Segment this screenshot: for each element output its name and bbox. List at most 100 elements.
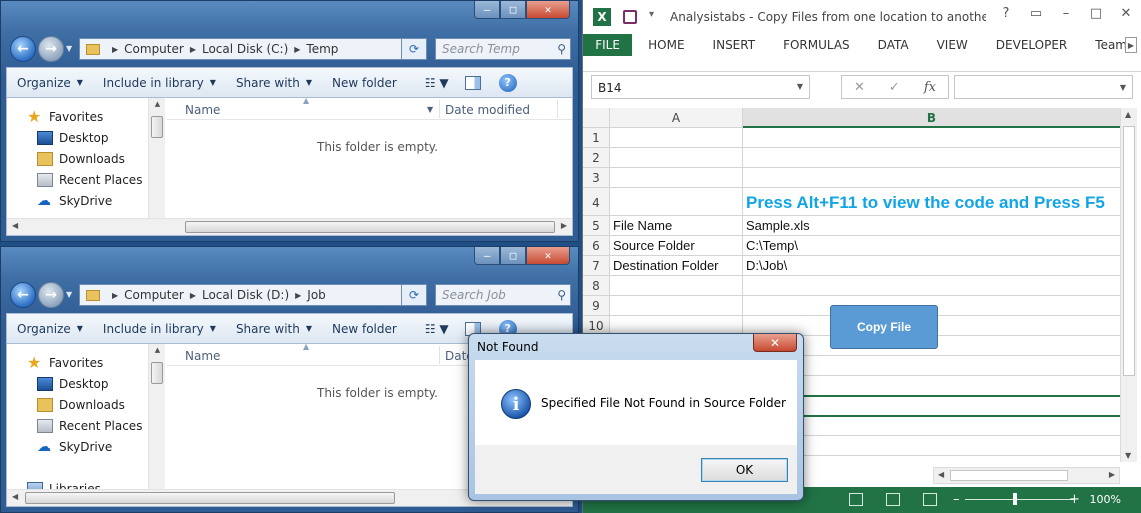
- zoom-slider-handle[interactable]: [1013, 493, 1017, 505]
- horizontal-scrollbar[interactable]: ◀ ▶: [7, 218, 572, 235]
- scroll-up-icon[interactable]: ▲: [149, 346, 166, 354]
- search-input[interactable]: Search Job ⚲: [435, 284, 571, 306]
- row-header[interactable]: 6: [583, 236, 610, 256]
- nav-skydrive[interactable]: ☁ SkyDrive: [37, 194, 112, 208]
- chevron-right-icon[interactable]: ▶: [112, 45, 118, 54]
- tab-insert[interactable]: INSERT: [699, 38, 770, 52]
- excel-logo-icon[interactable]: X: [593, 8, 611, 26]
- maximize-button[interactable]: □: [500, 247, 526, 265]
- nav-favorites[interactable]: ★ Favorites: [27, 355, 103, 371]
- chevron-right-icon[interactable]: ▶: [294, 45, 300, 54]
- cell-b8[interactable]: [743, 276, 1121, 296]
- row-header[interactable]: 5: [583, 216, 610, 236]
- column-header-a[interactable]: A: [610, 108, 743, 128]
- cell-a4[interactable]: [610, 188, 743, 216]
- new-folder-button[interactable]: New folder: [322, 76, 407, 90]
- tab-home[interactable]: HOME: [632, 38, 698, 52]
- nav-downloads[interactable]: Downloads: [37, 398, 125, 412]
- cell-b4-heading[interactable]: Press Alt+F11 to view the code and Press…: [743, 188, 1121, 216]
- search-input[interactable]: Search Temp ⚲: [435, 38, 571, 60]
- cell-a9[interactable]: [610, 296, 743, 316]
- zoom-slider[interactable]: [965, 499, 1075, 500]
- chevron-down-icon[interactable]: ▼: [1120, 83, 1126, 92]
- share-with-button[interactable]: Share with ▼: [226, 322, 322, 336]
- column-divider[interactable]: [439, 100, 440, 118]
- name-box[interactable]: B14 ▼: [591, 75, 810, 99]
- row-header[interactable]: 9: [583, 296, 610, 316]
- row-header[interactable]: 8: [583, 276, 610, 296]
- cell-a1[interactable]: [610, 128, 743, 148]
- include-in-library-button[interactable]: Include in library ▼: [93, 76, 226, 90]
- change-view-icon[interactable]: ☷ ▼: [425, 76, 449, 90]
- column-name[interactable]: Name: [185, 103, 220, 117]
- back-arrow-icon[interactable]: ←: [10, 282, 36, 308]
- scroll-up-icon[interactable]: ▲: [149, 100, 166, 108]
- ok-button[interactable]: OK: [701, 458, 788, 482]
- row-header[interactable]: 7: [583, 256, 610, 276]
- nav-scrollbar[interactable]: ▲: [148, 98, 165, 235]
- chevron-down-icon[interactable]: ▼: [427, 105, 433, 114]
- minimize-button[interactable]: –: [474, 1, 500, 19]
- select-all-corner[interactable]: [583, 108, 610, 128]
- minimize-button[interactable]: –: [1051, 6, 1081, 21]
- refresh-icon[interactable]: ⟳: [401, 284, 427, 306]
- cell-a2[interactable]: [610, 148, 743, 168]
- scroll-thumb[interactable]: [151, 362, 163, 384]
- tab-data[interactable]: DATA: [864, 38, 923, 52]
- include-in-library-button[interactable]: Include in library ▼: [93, 322, 226, 336]
- cell-a6[interactable]: Source Folder: [610, 236, 743, 256]
- nav-skydrive[interactable]: ☁ SkyDrive: [37, 440, 112, 454]
- back-arrow-icon[interactable]: ←: [10, 36, 36, 62]
- organize-button[interactable]: Organize ▼: [7, 322, 93, 336]
- breadcrumb-computer[interactable]: Computer: [124, 288, 184, 302]
- new-folder-button[interactable]: New folder: [322, 322, 407, 336]
- breadcrumb-folder[interactable]: Temp: [306, 42, 338, 56]
- cell-b5[interactable]: Sample.xls: [743, 216, 1121, 236]
- nav-favorites[interactable]: ★ Favorites: [27, 109, 103, 125]
- cell-a8[interactable]: [610, 276, 743, 296]
- insert-function-icon[interactable]: fx: [924, 80, 936, 95]
- tab-view[interactable]: VIEW: [923, 38, 982, 52]
- history-dropdown-icon[interactable]: ▼: [66, 290, 72, 299]
- address-bar[interactable]: ▶ Computer ▶ Local Disk (C:) ▶ Temp: [79, 38, 427, 60]
- chevron-right-icon[interactable]: ▶: [112, 291, 118, 300]
- nav-scrollbar[interactable]: ▲: [148, 344, 165, 506]
- nav-desktop[interactable]: Desktop: [37, 131, 109, 145]
- address-bar[interactable]: ▶ Computer ▶ Local Disk (D:) ▶ Job: [79, 284, 427, 306]
- nav-downloads[interactable]: Downloads: [37, 152, 125, 166]
- breadcrumb-drive[interactable]: Local Disk (D:): [202, 288, 289, 302]
- cell-a7[interactable]: Destination Folder: [610, 256, 743, 276]
- page-break-preview-icon[interactable]: [923, 493, 937, 506]
- zoom-level[interactable]: 100%: [1090, 493, 1121, 506]
- column-date-modified[interactable]: Date modified: [445, 103, 530, 117]
- chevron-right-icon[interactable]: ▶: [295, 291, 301, 300]
- cell-a5[interactable]: File Name: [610, 216, 743, 236]
- share-with-button[interactable]: Share with ▼: [226, 76, 322, 90]
- history-dropdown-icon[interactable]: ▼: [66, 44, 72, 53]
- tab-formulas[interactable]: FORMULAS: [769, 38, 864, 52]
- scroll-left-icon[interactable]: ◀: [12, 492, 18, 501]
- formula-input[interactable]: ▼: [954, 75, 1133, 99]
- zoom-in-icon[interactable]: +: [1069, 492, 1080, 507]
- scroll-thumb[interactable]: [1123, 126, 1135, 376]
- cell-b1[interactable]: [743, 128, 1121, 148]
- minimize-button[interactable]: –: [474, 247, 500, 265]
- page-layout-icon[interactable]: [886, 493, 900, 506]
- scroll-left-icon[interactable]: ◀: [12, 221, 18, 230]
- cell-b3[interactable]: [743, 168, 1121, 188]
- cell-b6[interactable]: C:\Temp\: [743, 236, 1121, 256]
- row-header[interactable]: 2: [583, 148, 610, 168]
- zoom-out-icon[interactable]: –: [953, 492, 960, 507]
- change-view-icon[interactable]: ☷ ▼: [425, 322, 449, 336]
- copy-file-button[interactable]: Copy File: [830, 305, 938, 349]
- cell-a3[interactable]: [610, 168, 743, 188]
- forward-arrow-icon[interactable]: →: [38, 282, 64, 308]
- cell-b2[interactable]: [743, 148, 1121, 168]
- tab-developer[interactable]: DEVELOPER: [982, 38, 1081, 52]
- breadcrumb-drive[interactable]: Local Disk (C:): [202, 42, 288, 56]
- scroll-down-icon[interactable]: ▼: [1125, 451, 1131, 460]
- row-header[interactable]: 3: [583, 168, 610, 188]
- quick-access-dropdown-icon[interactable]: ▾: [649, 9, 654, 20]
- dialog-close-button[interactable]: ✕: [753, 334, 797, 352]
- vertical-scrollbar[interactable]: ▲ ▼: [1120, 108, 1137, 462]
